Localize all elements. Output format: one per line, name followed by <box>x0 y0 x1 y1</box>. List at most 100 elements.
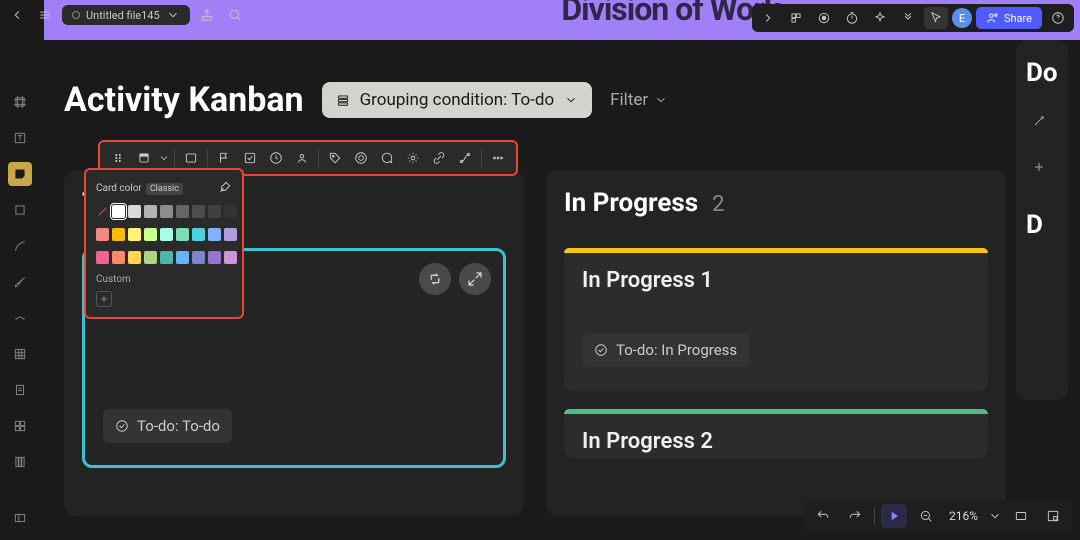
left-rail <box>0 40 40 540</box>
swatch[interactable] <box>224 205 237 218</box>
swatch[interactable] <box>224 228 237 241</box>
comment-button[interactable] <box>375 146 399 170</box>
swap-button[interactable] <box>419 263 451 295</box>
tool-stack-icon[interactable] <box>784 7 808 29</box>
swatch[interactable] <box>192 251 205 264</box>
text-tool-icon[interactable] <box>8 126 32 150</box>
filter-chip[interactable]: Filter <box>610 90 668 110</box>
swatch[interactable] <box>96 228 109 241</box>
zoom-dropdown[interactable] <box>988 504 1002 528</box>
swatch-none[interactable] <box>96 205 109 218</box>
separator <box>318 149 319 167</box>
cloud-status-icon <box>72 11 80 19</box>
swatch[interactable] <box>112 228 125 241</box>
card-tag[interactable]: To-do: To-do <box>103 409 232 443</box>
swatch[interactable] <box>160 205 173 218</box>
connector-tool-icon[interactable] <box>8 306 32 330</box>
zoom-out-button[interactable] <box>913 504 939 528</box>
sticky-tool-icon[interactable] <box>8 162 32 186</box>
grouping-chip[interactable]: Grouping condition: To-do <box>322 82 593 118</box>
search-button[interactable] <box>224 4 246 26</box>
clock-button[interactable] <box>264 146 288 170</box>
topbar-right: E Share <box>752 4 1074 32</box>
share-button[interactable]: Share <box>976 7 1042 29</box>
card-tag-label: To-do: To-do <box>137 417 220 435</box>
swatch[interactable] <box>176 251 189 264</box>
column-inprogress: In Progress 2 In Progress 1 To-do: In Pr… <box>546 170 1006 516</box>
swatch[interactable] <box>160 251 173 264</box>
popover-badge: Classic <box>146 183 183 195</box>
avatar[interactable]: E <box>952 8 972 28</box>
export-button[interactable] <box>196 4 218 26</box>
card-color-button[interactable] <box>132 146 156 170</box>
column-title: Do <box>1026 58 1058 88</box>
swatch[interactable] <box>112 205 125 218</box>
swatch[interactable] <box>128 251 141 264</box>
more-chevrons-icon[interactable] <box>896 7 920 29</box>
color-dropdown-icon[interactable] <box>158 146 170 170</box>
swatch[interactable] <box>112 251 125 264</box>
swatch[interactable] <box>208 205 221 218</box>
magic-tool-icon[interactable] <box>1026 108 1052 134</box>
column-tool-icon[interactable] <box>8 450 32 474</box>
swatch[interactable] <box>176 228 189 241</box>
flag-button[interactable] <box>212 146 236 170</box>
swatch[interactable] <box>192 228 205 241</box>
link-button[interactable] <box>427 146 451 170</box>
swatch[interactable] <box>144 205 157 218</box>
swatch[interactable] <box>144 251 157 264</box>
swatch[interactable] <box>128 205 141 218</box>
card-inprogress-1[interactable]: In Progress 1 To-do: In Progress <box>564 248 988 391</box>
swatch[interactable] <box>224 251 237 264</box>
timer-icon[interactable] <box>840 7 864 29</box>
fit-button[interactable] <box>1008 504 1034 528</box>
undo-button[interactable] <box>810 504 836 528</box>
menu-button[interactable] <box>34 4 56 26</box>
expand-button[interactable] <box>459 263 491 295</box>
collapse-rail-icon[interactable] <box>8 506 32 530</box>
card-tag[interactable]: To-do: In Progress <box>582 333 749 367</box>
settings-button[interactable] <box>401 146 425 170</box>
zoom-level[interactable]: 216% <box>945 509 982 523</box>
assignee-button[interactable] <box>290 146 314 170</box>
add-custom-color[interactable]: + <box>96 291 112 307</box>
swatch[interactable] <box>176 205 189 218</box>
minimap-button[interactable] <box>1040 504 1066 528</box>
expand-right-icon[interactable] <box>756 7 780 29</box>
pen-tool-icon[interactable] <box>8 234 32 258</box>
separator <box>481 149 482 167</box>
record-icon[interactable] <box>812 7 836 29</box>
target-button[interactable] <box>349 146 373 170</box>
branch-button[interactable] <box>453 146 477 170</box>
card-inprogress-2[interactable]: In Progress 2 <box>564 409 988 458</box>
tag-button[interactable] <box>323 146 347 170</box>
swatch[interactable] <box>192 205 205 218</box>
drag-handle-icon[interactable] <box>106 146 130 170</box>
swatch[interactable] <box>96 251 109 264</box>
redo-button[interactable] <box>842 504 868 528</box>
swatch[interactable] <box>160 228 173 241</box>
doc-tool-icon[interactable] <box>8 378 32 402</box>
grid-tool-icon[interactable] <box>8 414 32 438</box>
back-button[interactable] <box>6 4 28 26</box>
card-stripe <box>564 248 988 253</box>
present-button[interactable] <box>881 504 907 528</box>
cursor-icon[interactable] <box>924 7 948 29</box>
table-tool-icon[interactable] <box>8 342 32 366</box>
swatch[interactable] <box>208 251 221 264</box>
help-icon[interactable] <box>1046 7 1070 29</box>
swatch[interactable] <box>208 228 221 241</box>
swatch[interactable] <box>144 228 157 241</box>
swatch[interactable] <box>128 228 141 241</box>
main-canvas: Activity Kanban Grouping condition: To-d… <box>44 40 1080 540</box>
more-button[interactable] <box>486 146 510 170</box>
cover-button[interactable] <box>179 146 203 170</box>
frame-tool-icon[interactable] <box>8 90 32 114</box>
brush-tool-icon[interactable] <box>8 270 32 294</box>
shape-tool-icon[interactable] <box>8 198 32 222</box>
eyedropper-icon[interactable] <box>218 180 232 197</box>
file-chip[interactable]: Untitled file145 <box>62 5 190 25</box>
add-icon[interactable] <box>1026 154 1052 180</box>
sparkle-icon[interactable] <box>868 7 892 29</box>
checkbox-button[interactable] <box>238 146 262 170</box>
